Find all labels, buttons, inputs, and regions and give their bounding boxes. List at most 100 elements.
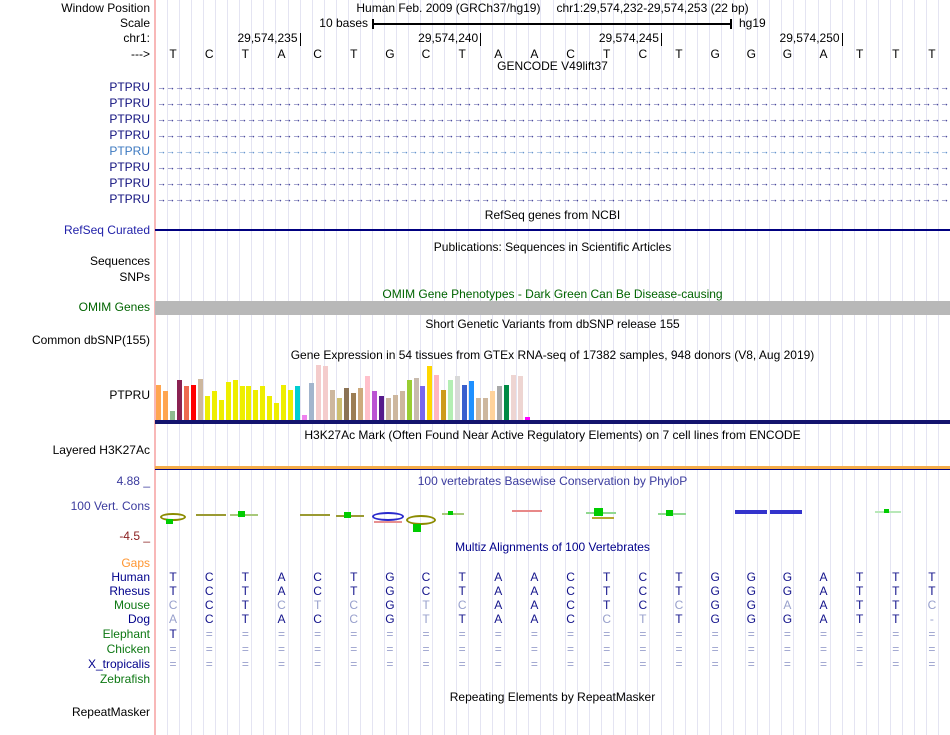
- gtex-bar[interactable]: [462, 385, 468, 420]
- align-cell: =: [567, 657, 575, 671]
- gtex-bar[interactable]: [371, 391, 377, 420]
- gene-row[interactable]: →→→→→→→→→→→→→→→→→→→→→→→→→→→→→→→→→→→→→→→→…: [157, 145, 948, 158]
- gene-label[interactable]: PTPRU: [0, 177, 150, 190]
- gtex-bar[interactable]: [413, 378, 419, 420]
- track-label-refseq-curated[interactable]: RefSeq Curated: [0, 224, 150, 237]
- gtex-bar[interactable]: [469, 381, 475, 420]
- gtex-bar[interactable]: [350, 393, 356, 420]
- gtex-bar[interactable]: [260, 386, 266, 420]
- gtex-bar[interactable]: [169, 411, 175, 420]
- gene-label[interactable]: PTPRU: [0, 113, 150, 126]
- gtex-bar[interactable]: [476, 398, 482, 420]
- track-label-snps[interactable]: SNPs: [0, 271, 150, 284]
- species-label-mouse[interactable]: Mouse: [0, 599, 150, 612]
- gtex-bar[interactable]: [253, 390, 259, 420]
- align-cell: =: [350, 642, 358, 656]
- gtex-bar[interactable]: [343, 388, 349, 420]
- gencode-title: GENCODE V49lift37: [497, 59, 608, 73]
- gtex-bar[interactable]: [204, 396, 210, 420]
- gtex-bar[interactable]: [211, 391, 217, 420]
- gene-label[interactable]: PTPRU: [0, 129, 150, 142]
- phylop-mark: [594, 508, 603, 516]
- gtex-bar[interactable]: [434, 375, 440, 420]
- gtex-bar[interactable]: [295, 386, 301, 420]
- gtex-bar[interactable]: [497, 386, 503, 420]
- grid-line: [805, 0, 807, 735]
- align-cell: C: [566, 584, 575, 598]
- gtex-bar[interactable]: [517, 376, 523, 420]
- track-label-gtex-gene[interactable]: PTPRU: [0, 389, 150, 402]
- gtex-bar[interactable]: [197, 379, 203, 420]
- grid-line: [191, 0, 193, 735]
- gtex-bar[interactable]: [378, 396, 384, 420]
- gtex-bar[interactable]: [510, 375, 516, 420]
- gtex-bar[interactable]: [246, 386, 252, 420]
- species-label-dog[interactable]: Dog: [0, 613, 150, 626]
- gtex-bar[interactable]: [483, 398, 489, 420]
- gene-row[interactable]: →→→→→→→→→→→→→→→→→→→→→→→→→→→→→→→→→→→→→→→→…: [157, 129, 948, 142]
- gtex-bar[interactable]: [183, 386, 189, 420]
- gtex-bar[interactable]: [406, 380, 412, 420]
- align-cell: =: [314, 657, 322, 671]
- species-label-chicken[interactable]: Chicken: [0, 643, 150, 656]
- species-label-human[interactable]: Human: [0, 571, 150, 584]
- gene-label[interactable]: PTPRU: [0, 81, 150, 94]
- gtex-bar[interactable]: [364, 376, 370, 420]
- strand-label: --->: [131, 47, 150, 61]
- gtex-bar[interactable]: [427, 366, 433, 420]
- gtex-bar[interactable]: [385, 398, 391, 420]
- grid-line: [733, 0, 735, 735]
- gtex-bar[interactable]: [392, 395, 398, 420]
- gene-row[interactable]: →→→→→→→→→→→→→→→→→→→→→→→→→→→→→→→→→→→→→→→→…: [157, 177, 948, 190]
- track-label-100-vert-cons[interactable]: 100 Vert. Cons: [0, 500, 150, 513]
- gtex-bar[interactable]: [281, 385, 287, 420]
- omim-gene-bar[interactable]: [155, 301, 950, 315]
- gtex-bar[interactable]: [316, 365, 322, 420]
- gtex-bar[interactable]: [330, 390, 335, 420]
- species-label-gaps[interactable]: Gaps: [0, 557, 150, 570]
- align-cell: A: [819, 598, 828, 612]
- align-cell: C: [566, 598, 575, 612]
- gtex-bar[interactable]: [336, 398, 342, 420]
- species-label-rhesus[interactable]: Rhesus: [0, 585, 150, 598]
- gene-label[interactable]: PTPRU: [0, 193, 150, 206]
- gtex-bar[interactable]: [239, 386, 245, 420]
- track-label-common-dbsnp[interactable]: Common dbSNP(155): [0, 334, 150, 347]
- gtex-bar[interactable]: [176, 380, 182, 420]
- gtex-bar[interactable]: [399, 391, 405, 420]
- gtex-bar[interactable]: [420, 386, 426, 420]
- track-label-sequences[interactable]: Sequences: [0, 255, 150, 268]
- gene-row[interactable]: →→→→→→→→→→→→→→→→→→→→→→→→→→→→→→→→→→→→→→→→…: [157, 113, 948, 126]
- gtex-bar[interactable]: [218, 400, 224, 420]
- gene-row[interactable]: →→→→→→→→→→→→→→→→→→→→→→→→→→→→→→→→→→→→→→→→…: [157, 193, 948, 206]
- refseq-gene-line[interactable]: [155, 229, 950, 231]
- track-label-omim-genes[interactable]: OMIM Genes: [0, 301, 150, 314]
- gtex-bar[interactable]: [504, 385, 509, 420]
- gene-row[interactable]: →→→→→→→→→→→→→→→→→→→→→→→→→→→→→→→→→→→→→→→→…: [157, 81, 948, 94]
- track-label-repeatmasker[interactable]: RepeatMasker: [0, 706, 150, 719]
- gtex-bar[interactable]: [267, 396, 273, 420]
- gtex-bar[interactable]: [323, 366, 329, 420]
- gtex-bar[interactable]: [441, 390, 447, 420]
- species-label-elephant[interactable]: Elephant: [0, 628, 150, 641]
- gtex-bar[interactable]: [156, 385, 161, 420]
- gtex-bar[interactable]: [309, 383, 315, 420]
- gene-row[interactable]: →→→→→→→→→→→→→→→→→→→→→→→→→→→→→→→→→→→→→→→→…: [157, 97, 948, 110]
- species-label-zebrafish[interactable]: Zebrafish: [0, 673, 150, 686]
- gene-label[interactable]: PTPRU: [0, 161, 150, 174]
- gtex-bar[interactable]: [162, 391, 168, 420]
- gtex-bar[interactable]: [225, 382, 231, 420]
- species-label-x_tropicalis[interactable]: X_tropicalis: [0, 658, 150, 671]
- gene-label[interactable]: PTPRU: [0, 145, 150, 158]
- gtex-bar[interactable]: [274, 403, 280, 420]
- gtex-bar[interactable]: [232, 380, 238, 420]
- gene-label[interactable]: PTPRU: [0, 97, 150, 110]
- gtex-bar[interactable]: [455, 376, 461, 420]
- gtex-bar[interactable]: [448, 380, 454, 420]
- gtex-bar[interactable]: [490, 391, 496, 420]
- gtex-bar[interactable]: [288, 390, 294, 420]
- gtex-bar[interactable]: [357, 388, 363, 420]
- gene-row[interactable]: →→→→→→→→→→→→→→→→→→→→→→→→→→→→→→→→→→→→→→→→…: [157, 161, 948, 174]
- track-label-layered-h3k27ac[interactable]: Layered H3K27Ac: [0, 444, 150, 457]
- gtex-bar[interactable]: [190, 385, 196, 420]
